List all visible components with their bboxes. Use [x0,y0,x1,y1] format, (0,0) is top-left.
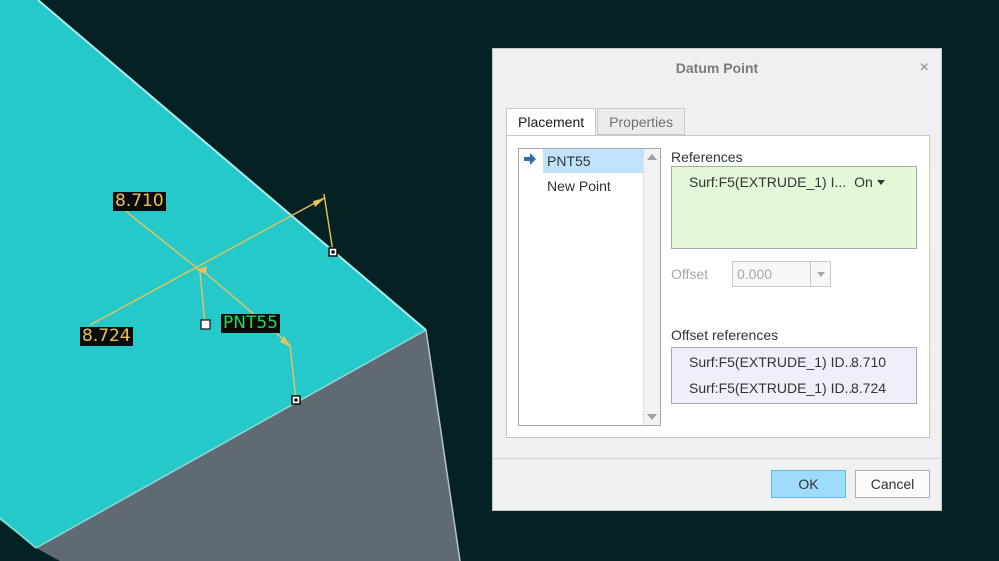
references-label: References [671,149,743,165]
reference-row[interactable]: Surf:F5(EXTRUDE_1) I... On [689,174,885,190]
point-list[interactable]: PNT55 New Point [518,148,661,426]
datum-point-dialog: Datum Point × Placement Properties PNT55… [492,48,942,511]
scroll-up-icon[interactable] [647,154,657,160]
reference-handle-dot [331,250,335,254]
list-item-pnt55[interactable]: PNT55 [543,149,643,173]
constraint-type-value: On [854,174,873,190]
offset-references-label: Offset references [671,327,779,343]
tab-bar: Placement Properties [506,108,686,136]
dialog-title-bar[interactable]: Datum Point [493,49,941,87]
chevron-down-icon [816,271,825,277]
offset-reference-name: Surf:F5(EXTRUDE_1) ID... [689,380,857,396]
offset-reference-name: Surf:F5(EXTRUDE_1) ID... [689,354,857,370]
reference-name: Surf:F5(EXTRUDE_1) I... [689,174,847,190]
dimension-label-8710[interactable]: 8.710 [113,192,166,211]
offset-reference-value[interactable]: 8.710 [851,354,886,370]
chevron-down-icon [876,179,885,185]
offset-reference-row[interactable]: Surf:F5(EXTRUDE_1) ID... [689,354,856,370]
dialog-divider [493,458,941,459]
cancel-button[interactable]: Cancel [855,470,930,498]
placement-panel: PNT55 New Point References Surf:F5(EXTRU… [506,135,930,438]
datum-point-marker[interactable] [200,319,211,330]
tab-properties[interactable]: Properties [597,108,685,135]
references-collector[interactable]: Surf:F5(EXTRUDE_1) I... On [671,166,917,249]
point-list-scrollbar[interactable] [643,149,660,425]
dimension-label-8724[interactable]: 8.724 [80,327,133,346]
datum-point-label[interactable]: PNT55 [221,314,280,333]
offset-references-collector[interactable]: Surf:F5(EXTRUDE_1) ID... 8.710 Surf:F5(E… [671,347,917,404]
arrow-right-icon [524,153,536,165]
ok-button[interactable]: OK [771,470,846,498]
list-item-new-point[interactable]: New Point [543,174,615,198]
constraint-type-dropdown[interactable]: On [854,174,885,190]
offset-dropdown-button [810,262,830,286]
offset-field: 0.000 [732,261,831,287]
scroll-down-icon[interactable] [647,414,657,420]
reference-handle-dot [294,398,298,402]
offset-value: 0.000 [737,266,773,282]
offset-reference-value[interactable]: 8.724 [851,380,886,396]
dialog-title: Datum Point [675,60,759,76]
tab-placement[interactable]: Placement [506,108,597,136]
offset-label: Offset [671,266,709,282]
close-icon[interactable]: × [920,59,929,77]
offset-reference-row[interactable]: Surf:F5(EXTRUDE_1) ID... [689,380,856,396]
